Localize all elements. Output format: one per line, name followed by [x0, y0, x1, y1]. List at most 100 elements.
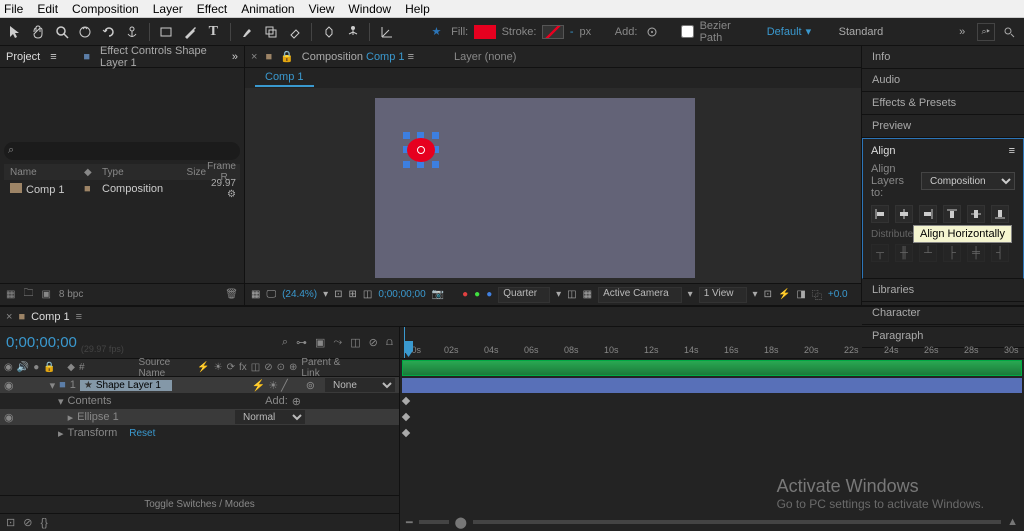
overflow-icon[interactable]: »	[232, 51, 238, 63]
keyframe-icon[interactable]	[402, 413, 410, 421]
project-item-row[interactable]: Comp 1 ■ Composition 29.97 ⚙	[4, 180, 240, 198]
align-vcenter-icon[interactable]	[967, 205, 985, 223]
time-ruler[interactable]: :00s 02s 04s 06s 08s 10s 12s 14s 16s 18s…	[400, 327, 1024, 359]
brush-tool-icon[interactable]	[239, 23, 256, 41]
interpret-icon[interactable]: ▦	[6, 289, 15, 300]
audio-column-icon[interactable]: 🔊	[17, 362, 29, 373]
solo-column-icon[interactable]: ●	[33, 362, 39, 373]
menu-layer[interactable]: Layer	[153, 2, 183, 16]
contents-row[interactable]: ▾ Contents Add: ⊕	[0, 393, 399, 409]
panel-menu-icon[interactable]: ≡	[408, 51, 414, 63]
eye-toggle-icon[interactable]: ◉	[4, 379, 14, 392]
project-search-input[interactable]	[4, 142, 240, 160]
timeline-icon[interactable]: ◨	[796, 289, 805, 300]
anchor-tool-icon[interactable]	[123, 23, 140, 41]
rotate-tool-icon[interactable]	[100, 23, 117, 41]
roi-icon[interactable]: ◫	[567, 289, 576, 300]
pixel-aspect-icon[interactable]: ⊡	[764, 289, 772, 300]
grid-icon[interactable]: ⊞	[349, 289, 357, 300]
orbit-tool-icon[interactable]	[76, 23, 93, 41]
blend-mode-dropdown[interactable]: Normal	[235, 410, 305, 424]
menu-effect[interactable]: Effect	[197, 2, 227, 16]
project-tab[interactable]: Project	[6, 51, 40, 63]
panel-menu-icon[interactable]: ≡	[50, 51, 56, 63]
resolution-icon[interactable]: ⊡	[334, 289, 342, 300]
selection-tool-icon[interactable]	[6, 23, 23, 41]
align-hcenter-icon[interactable]	[895, 205, 913, 223]
menu-file[interactable]: File	[4, 2, 23, 16]
current-time[interactable]: 0;00;00;00	[6, 334, 77, 351]
folder-icon[interactable]: 🗀	[23, 286, 33, 303]
camera-dropdown[interactable]: Active Camera	[598, 287, 682, 303]
work-area-bar[interactable]	[402, 360, 1022, 376]
transparency-icon[interactable]: ▦	[583, 289, 592, 300]
flowchart-icon[interactable]: ⿻	[812, 287, 822, 302]
timeline-tracks[interactable]: :00s 02s 04s 06s 08s 10s 12s 14s 16s 18s…	[400, 327, 1024, 531]
pen-tool-icon[interactable]	[181, 23, 198, 41]
channel-icon[interactable]: ●	[462, 289, 468, 300]
snapshot-icon[interactable]: 📷	[432, 289, 444, 300]
eye-toggle-icon[interactable]: ◉	[4, 411, 14, 424]
resolution-dropdown[interactable]: Quarter	[498, 287, 550, 303]
search-help-icon[interactable]: ⌕▸	[977, 23, 995, 41]
views-dropdown[interactable]: 1 View	[699, 287, 747, 303]
align-left-icon[interactable]	[871, 205, 889, 223]
composition-canvas[interactable]	[375, 98, 695, 278]
menu-window[interactable]: Window	[348, 2, 391, 16]
graph-editor-icon[interactable]: ⩍	[386, 336, 393, 349]
audio-panel-header[interactable]: Audio	[862, 69, 1024, 92]
local-axis-icon[interactable]	[378, 23, 395, 41]
lock-column-icon[interactable]: 🔒	[43, 362, 55, 373]
search-icon[interactable]	[1001, 23, 1018, 41]
playhead[interactable]	[404, 327, 405, 358]
motion-blur-icon[interactable]: ⊘	[369, 336, 378, 349]
ellipse-row[interactable]: ◉ ▸ Ellipse 1 Normal	[0, 409, 399, 425]
panel-menu-icon[interactable]: ≡	[1009, 145, 1015, 157]
composition-viewer[interactable]	[245, 88, 861, 283]
puppet-tool-icon[interactable]	[344, 23, 361, 41]
ellipse-shape[interactable]	[403, 132, 439, 168]
col-name[interactable]: Name	[4, 167, 84, 178]
shy-icon[interactable]: ⤳	[333, 336, 342, 349]
keyframe-icon[interactable]	[402, 397, 410, 405]
parent-dropdown[interactable]: None	[325, 378, 395, 392]
menu-help[interactable]: Help	[405, 2, 430, 16]
workspace-dropdown[interactable]: Default ▾	[767, 25, 811, 38]
guides-icon[interactable]: ◫	[363, 289, 372, 300]
effect-controls-tab[interactable]: Effect Controls Shape Layer 1	[100, 45, 222, 69]
align-bottom-icon[interactable]	[991, 205, 1009, 223]
twirl-icon[interactable]: ▸	[68, 411, 74, 424]
comp-tab[interactable]: Comp 1	[255, 69, 314, 87]
star-icon[interactable]: ★	[428, 23, 445, 41]
menu-animation[interactable]: Animation	[241, 2, 294, 16]
col-tag[interactable]: ◆	[84, 167, 102, 178]
zoom-out-icon[interactable]: ━	[406, 516, 413, 529]
fill-swatch[interactable]	[474, 25, 495, 39]
menu-composition[interactable]: Composition	[72, 2, 139, 16]
timeline-tab[interactable]: Comp 1	[31, 311, 70, 323]
eye-column-icon[interactable]: ◉	[4, 362, 13, 373]
bezier-checkbox[interactable]	[681, 25, 694, 38]
clone-tool-icon[interactable]	[262, 23, 279, 41]
menu-edit[interactable]: Edit	[37, 2, 58, 16]
comp-name-link[interactable]: Comp 1	[366, 51, 405, 63]
render-queue-icon[interactable]: ⊡	[6, 516, 15, 529]
exposure-value[interactable]: +0.0	[828, 289, 848, 300]
transform-row[interactable]: ▸ Transform Reset	[0, 425, 399, 441]
reset-link[interactable]: Reset	[129, 428, 155, 439]
align-to-dropdown[interactable]: Composition	[921, 172, 1015, 190]
view-preset-dropdown[interactable]: Standard	[839, 26, 884, 38]
layer-duration-bar[interactable]	[402, 378, 1022, 393]
mask-toggle-icon[interactable]: ▦	[251, 289, 260, 300]
trash-icon[interactable]: 🗑	[225, 289, 238, 300]
overflow-icon[interactable]: »	[953, 23, 970, 41]
zoom-tool-icon[interactable]	[53, 23, 70, 41]
lock-icon[interactable]: 🔒	[280, 50, 294, 63]
menu-view[interactable]: View	[309, 2, 335, 16]
libraries-panel-header[interactable]: Libraries	[862, 279, 1024, 302]
twirl-icon[interactable]: ▸	[58, 427, 64, 440]
panel-menu-icon[interactable]: ≡	[76, 311, 82, 323]
layer-tab[interactable]: Layer (none)	[454, 51, 516, 63]
info-panel-header[interactable]: Info	[862, 46, 1024, 69]
display-icon[interactable]: 🖵	[266, 289, 276, 300]
